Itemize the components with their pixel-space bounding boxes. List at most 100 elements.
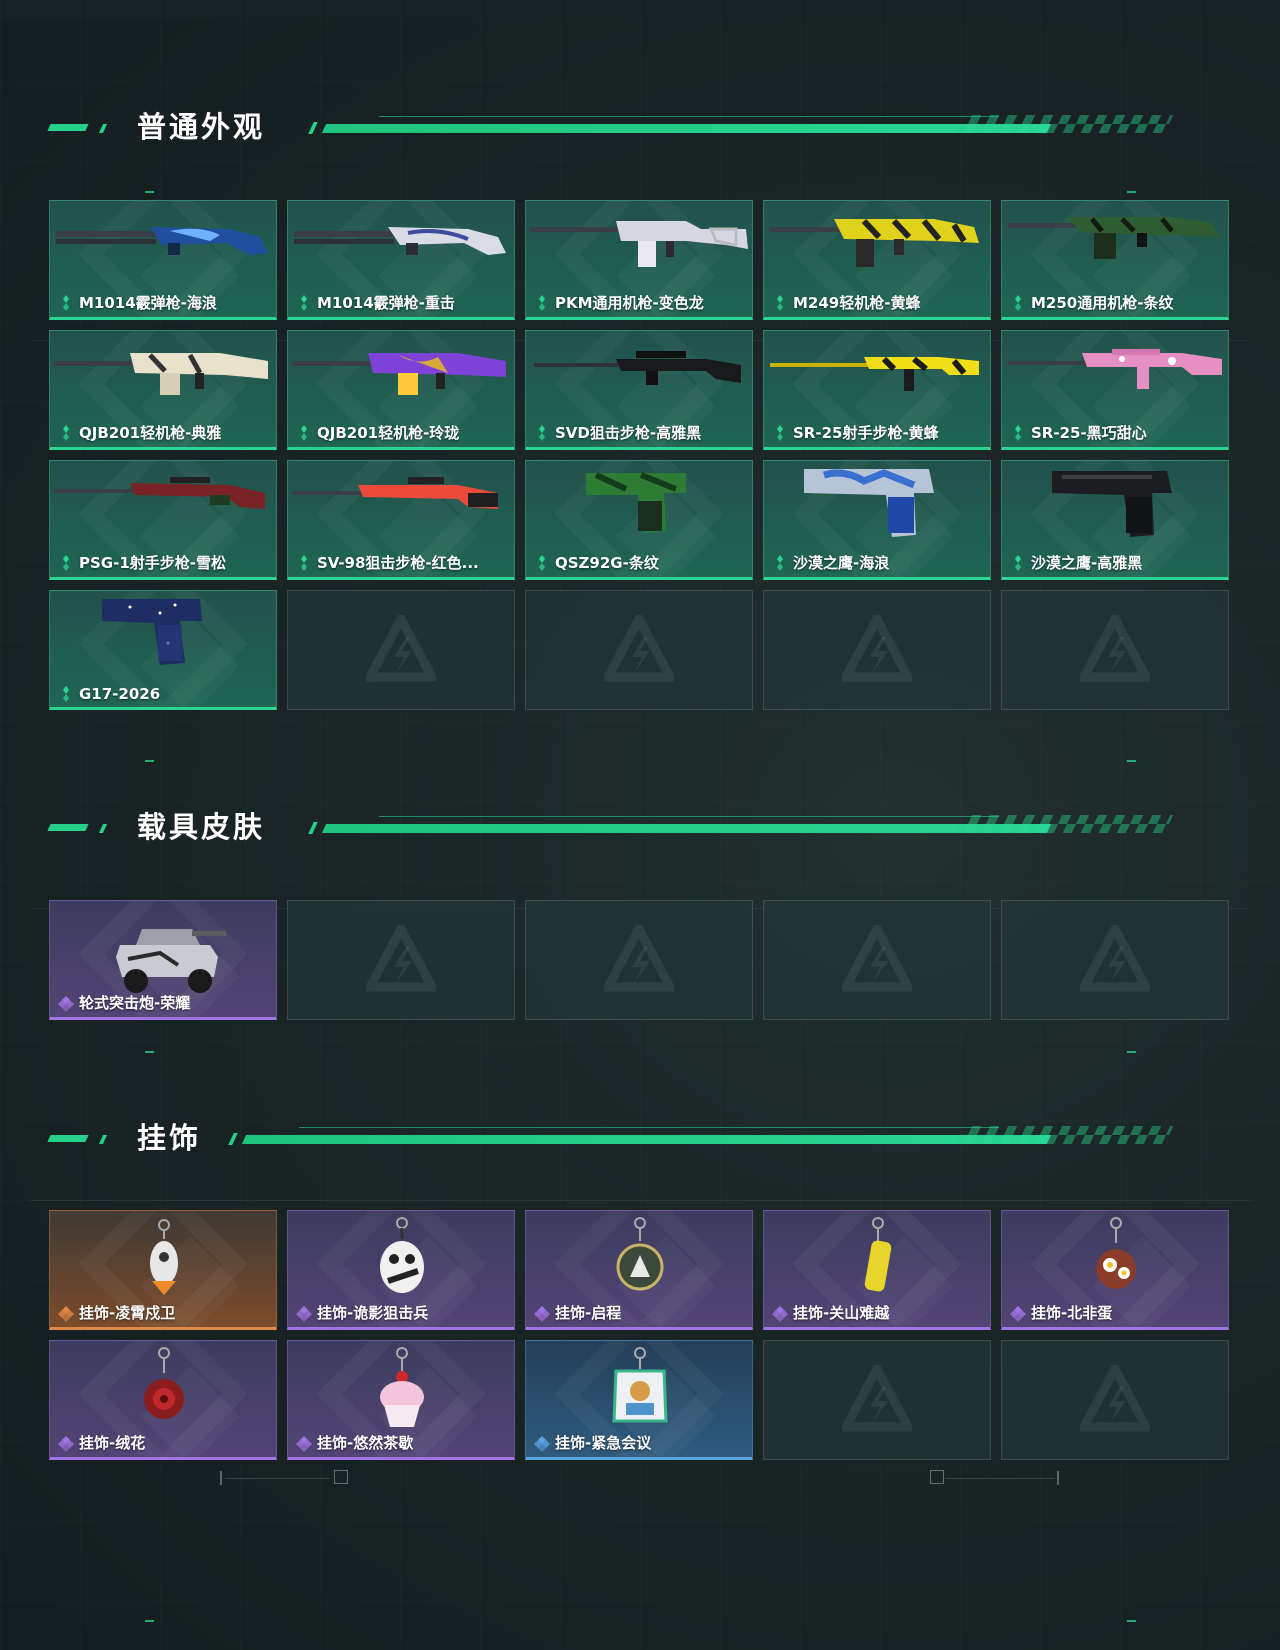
- section-title: 载具皮肤: [137, 810, 266, 844]
- footer-bar: [220, 1471, 222, 1485]
- placeholder-logo-icon: [1080, 615, 1150, 682]
- item-card[interactable]: 挂饰-启程: [525, 1210, 753, 1330]
- item-card[interactable]: M1014霰弹枪-海浪: [49, 200, 277, 320]
- section-header-charms: 挂饰: [47, 1118, 1199, 1158]
- item-card[interactable]: 挂饰-北非蛋: [1001, 1210, 1229, 1330]
- deco-tick: [1127, 1051, 1136, 1053]
- item-label: 挂饰-启程: [534, 1302, 621, 1323]
- item-label: QJB201轻机枪-玲珑: [296, 422, 459, 443]
- header-slash: [228, 1133, 238, 1145]
- footer-square: [930, 1470, 944, 1484]
- item-name: 沙漠之鹰-高雅黑: [1031, 554, 1143, 572]
- item-grid: 挂饰-凌霄戍卫 挂饰-诡影狙击兵 挂饰-启程 挂饰-关山难越 挂饰-北非蛋挂饰-绒花 挂饰…: [49, 1210, 1229, 1460]
- header-dash: [47, 824, 89, 831]
- item-name: QSZ92G-条纹: [555, 554, 659, 572]
- item-card[interactable]: 沙漠之鹰-海浪: [763, 460, 991, 580]
- top-bar: [0, 0, 1280, 20]
- item-card[interactable]: 挂饰-紧急会议: [525, 1340, 753, 1460]
- item-label: SR-25-黑巧甜心: [1010, 422, 1147, 443]
- item-name: PKM通用机枪-变色龙: [555, 294, 704, 312]
- empty-slot: [525, 590, 753, 710]
- footer-line: [225, 1478, 330, 1479]
- header-checker: [954, 815, 1174, 833]
- item-label: 沙漠之鹰-高雅黑: [1010, 552, 1142, 573]
- header-slash: [308, 122, 318, 134]
- item-card[interactable]: QJB201轻机枪-玲珑: [287, 330, 515, 450]
- rarity-diamond-icon: [772, 424, 788, 442]
- rarity-diamond-icon: [772, 554, 788, 572]
- item-label: 挂饰-悠然茶歇: [296, 1432, 413, 1453]
- item-name: M1014霰弹枪-海浪: [79, 294, 217, 312]
- deco-tick: [145, 760, 154, 762]
- rarity-diamond-icon: [58, 554, 74, 572]
- footer-square: [334, 1470, 348, 1484]
- item-card[interactable]: SV-98狙击步枪-红色...: [287, 460, 515, 580]
- header-dash: [98, 1135, 108, 1144]
- placeholder-logo-icon: [842, 615, 912, 682]
- deco-line: [30, 1200, 1250, 1201]
- item-card[interactable]: SVD狙击步枪-高雅黑: [525, 330, 753, 450]
- rarity-diamond-icon: [296, 424, 312, 442]
- item-card[interactable]: G17-2026: [49, 590, 277, 710]
- header-bar: [241, 1135, 1052, 1144]
- item-card[interactable]: SR-25-黑巧甜心: [1001, 330, 1229, 450]
- item-name: 轮式突击炮-荣耀: [79, 994, 191, 1012]
- item-label: 挂饰-关山难越: [772, 1302, 889, 1323]
- section-header-weapon-skins: 普通外观: [47, 107, 1199, 147]
- item-card[interactable]: M1014霰弹枪-重击: [287, 200, 515, 320]
- item-name: 挂饰-北非蛋: [1031, 1304, 1113, 1322]
- deco-tick: [145, 1620, 154, 1622]
- item-card[interactable]: QJB201轻机枪-典雅: [49, 330, 277, 450]
- section-header-vehicle-skins: 载具皮肤: [47, 807, 1199, 847]
- item-name: SVD狙击步枪-高雅黑: [555, 424, 702, 442]
- header-checker: [954, 1126, 1174, 1144]
- item-name: QJB201轻机枪-玲珑: [317, 424, 460, 442]
- rarity-diamond-icon: [296, 1434, 312, 1452]
- item-name: 挂饰-悠然茶歇: [317, 1434, 414, 1452]
- item-label: SVD狙击步枪-高雅黑: [534, 422, 701, 443]
- item-label: QSZ92G-条纹: [534, 552, 659, 573]
- item-name: SR-25-黑巧甜心: [1031, 424, 1147, 442]
- item-card[interactable]: 挂饰-诡影狙击兵: [287, 1210, 515, 1330]
- item-card[interactable]: 挂饰-悠然茶歇: [287, 1340, 515, 1460]
- item-label: M250通用机枪-条纹: [1010, 292, 1173, 313]
- item-label: 挂饰-紧急会议: [534, 1432, 651, 1453]
- item-card[interactable]: 沙漠之鹰-高雅黑: [1001, 460, 1229, 580]
- header-bar: [321, 124, 1052, 133]
- header-checker: [954, 115, 1174, 133]
- item-name: 挂饰-紧急会议: [555, 1434, 652, 1452]
- item-card[interactable]: M250通用机枪-条纹: [1001, 200, 1229, 320]
- rarity-diamond-icon: [296, 1304, 312, 1322]
- header-dash: [47, 1135, 89, 1142]
- item-card[interactable]: 挂饰-凌霄戍卫: [49, 1210, 277, 1330]
- item-card[interactable]: 轮式突击炮-荣耀: [49, 900, 277, 1020]
- deco-tick: [1127, 191, 1136, 193]
- footer-bar: [1057, 1471, 1059, 1485]
- rarity-diamond-icon: [534, 1304, 550, 1322]
- rarity-diamond-icon: [534, 1434, 550, 1452]
- rarity-diamond-icon: [534, 294, 550, 312]
- item-label: 挂饰-北非蛋: [1010, 1302, 1112, 1323]
- item-card[interactable]: PSG-1射手步枪-雪松: [49, 460, 277, 580]
- item-card[interactable]: M249轻机枪-黄蜂: [763, 200, 991, 320]
- item-name: 沙漠之鹰-海浪: [793, 554, 890, 572]
- rarity-diamond-icon: [58, 994, 74, 1012]
- deco-tick: [1127, 1620, 1136, 1622]
- item-name: PSG-1射手步枪-雪松: [79, 554, 226, 572]
- item-label: SV-98狙击步枪-红色...: [296, 552, 479, 573]
- rarity-diamond-icon: [58, 1304, 74, 1322]
- item-name: M249轻机枪-黄蜂: [793, 294, 921, 312]
- placeholder-logo-icon: [604, 925, 674, 992]
- empty-slot: [763, 590, 991, 710]
- item-card[interactable]: PKM通用机枪-变色龙: [525, 200, 753, 320]
- item-grid: M1014霰弹枪-海浪 M1014霰弹枪-重击 PKM通用机枪-变色龙 M249轻机枪…: [49, 200, 1229, 710]
- item-name: M250通用机枪-条纹: [1031, 294, 1174, 312]
- rarity-diamond-icon: [58, 424, 74, 442]
- item-card[interactable]: 挂饰-关山难越: [763, 1210, 991, 1330]
- item-label: 沙漠之鹰-海浪: [772, 552, 889, 573]
- item-card[interactable]: QSZ92G-条纹: [525, 460, 753, 580]
- item-card[interactable]: 挂饰-绒花: [49, 1340, 277, 1460]
- deco-tick: [145, 191, 154, 193]
- item-card[interactable]: SR-25射手步枪-黄蜂: [763, 330, 991, 450]
- header-thin-line: [379, 116, 999, 117]
